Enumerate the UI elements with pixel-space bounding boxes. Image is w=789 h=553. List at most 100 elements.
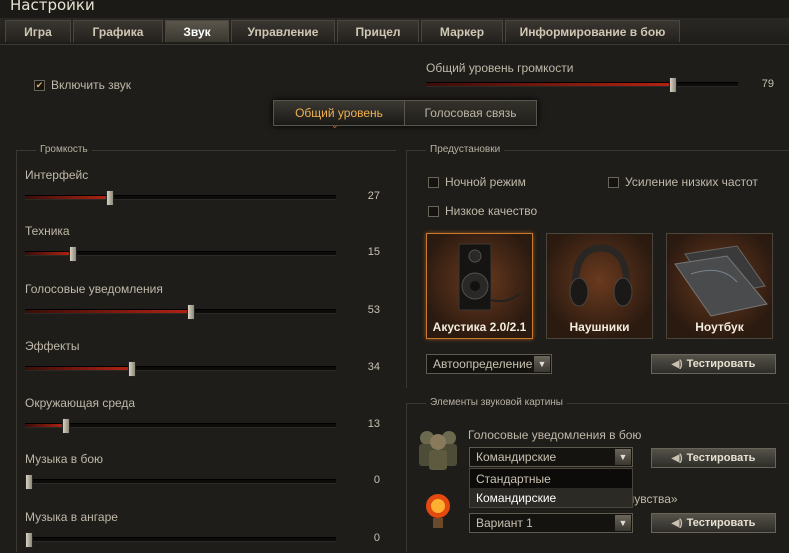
master-volume-slider[interactable] bbox=[426, 77, 738, 93]
volume-slider-value: 53 bbox=[367, 304, 380, 316]
headphones-icon bbox=[569, 244, 633, 307]
checkbox-icon bbox=[428, 205, 439, 217]
speaker-small-icon: ◀) bbox=[671, 358, 683, 370]
volume-slider-label: Голосовые уведомления bbox=[25, 282, 163, 296]
volume-panel-title: Громкость bbox=[36, 144, 92, 155]
divider bbox=[406, 150, 407, 388]
tab-bar: Игра Графика Звук Управление Прицел Марк… bbox=[0, 18, 789, 44]
tab-battle-info[interactable]: Информирование в бою bbox=[505, 20, 680, 42]
chevron-down-icon: ▼ bbox=[615, 449, 631, 465]
master-volume-label: Общий уровень громкости bbox=[426, 61, 574, 75]
volume-slider-value: 13 bbox=[367, 418, 380, 430]
dropdown-value: Автоопределение bbox=[433, 357, 533, 371]
slider-handle[interactable] bbox=[62, 418, 70, 434]
slider-handle[interactable] bbox=[128, 361, 136, 377]
bass-boost-label: Усиление низких частот bbox=[625, 175, 758, 189]
slider-fill bbox=[25, 252, 72, 255]
chevron-down-icon: ▼ bbox=[615, 515, 631, 531]
chevron-down-icon: ▼ bbox=[534, 356, 550, 372]
volume-slider-label: Техника bbox=[25, 224, 70, 238]
volume-slider-value: 27 bbox=[367, 190, 380, 202]
device-label: Наушники bbox=[569, 320, 630, 334]
checkbox-checked-icon: ✔ bbox=[34, 79, 45, 91]
slider-fill bbox=[25, 367, 131, 370]
tab-controls[interactable]: Управление bbox=[231, 20, 335, 42]
volume-slider[interactable] bbox=[25, 304, 336, 320]
sound-elements-title: Элементы звуковой картины bbox=[426, 397, 567, 408]
volume-slider-value: 0 bbox=[373, 532, 380, 544]
lightbulb-icon bbox=[426, 494, 450, 528]
volume-slider-label: Эффекты bbox=[25, 339, 80, 353]
volume-slider[interactable] bbox=[25, 474, 336, 490]
presets-panel-title: Предустановки bbox=[426, 144, 505, 155]
enable-sound-checkbox[interactable]: ✔ Включить звук bbox=[34, 78, 131, 92]
tab-marker[interactable]: Маркер bbox=[421, 20, 503, 42]
test-sixth-sense-button[interactable]: ◀) Тестировать bbox=[651, 513, 776, 533]
slider-handle[interactable] bbox=[25, 474, 33, 490]
slider-handle[interactable] bbox=[106, 190, 114, 206]
tab-graphics[interactable]: Графика bbox=[73, 20, 163, 42]
device-card-headphones[interactable]: Наушники bbox=[546, 233, 653, 339]
volume-slider-label: Интерфейс bbox=[25, 168, 89, 182]
tab-game[interactable]: Игра bbox=[5, 20, 71, 42]
slider-fill bbox=[426, 83, 672, 86]
sixth-sense-label: чувства» bbox=[628, 492, 678, 506]
slider-handle[interactable] bbox=[25, 532, 33, 548]
checkbox-icon bbox=[428, 176, 439, 188]
menu-item-commander[interactable]: Командирские bbox=[470, 488, 632, 507]
voice-notifications-label: Голосовые уведомления в бою bbox=[468, 428, 642, 442]
active-indicator-icon: ⌄ bbox=[331, 120, 339, 130]
volume-slider-value: 34 bbox=[367, 361, 380, 373]
volume-slider[interactable] bbox=[25, 246, 336, 262]
crew-icon bbox=[419, 431, 457, 470]
tab-sight[interactable]: Прицел bbox=[337, 20, 419, 42]
auto-detect-dropdown[interactable]: Автоопределение ▼ bbox=[426, 354, 552, 374]
volume-slider[interactable] bbox=[25, 190, 336, 206]
bass-boost-checkbox[interactable]: Усиление низких частот bbox=[608, 175, 758, 189]
slider-handle[interactable] bbox=[669, 77, 677, 93]
device-card-laptop[interactable]: Ноутбук bbox=[666, 233, 773, 339]
volume-slider[interactable] bbox=[25, 361, 336, 377]
dropdown-value: Командирские bbox=[476, 450, 557, 464]
volume-slider-value: 0 bbox=[373, 474, 380, 486]
menu-item-standard[interactable]: Стандартные bbox=[470, 469, 632, 488]
master-volume-value: 79 bbox=[761, 78, 774, 90]
window-title: Настройки bbox=[10, 0, 95, 14]
volume-slider[interactable] bbox=[25, 418, 336, 434]
night-mode-checkbox[interactable]: Ночной режим bbox=[428, 175, 526, 189]
mode-switch: Общий уровень Голосовая связь bbox=[273, 100, 537, 126]
voice-notifications-dropdown[interactable]: Командирские ▼ bbox=[469, 447, 633, 467]
test-preset-button[interactable]: ◀) Тестировать bbox=[651, 354, 776, 374]
slider-handle[interactable] bbox=[69, 246, 77, 262]
volume-slider-value: 15 bbox=[367, 246, 380, 258]
volume-slider-label: Окружающая среда bbox=[25, 396, 136, 410]
divider bbox=[16, 150, 17, 552]
test-voice-button[interactable]: ◀) Тестировать bbox=[651, 448, 776, 468]
sixth-sense-dropdown[interactable]: Вариант 1 ▼ bbox=[469, 513, 633, 533]
low-quality-checkbox[interactable]: Низкое качество bbox=[428, 204, 537, 218]
volume-slider-label: Музыка в ангаре bbox=[25, 510, 118, 524]
device-label: Ноутбук bbox=[695, 320, 744, 334]
speaker-small-icon: ◀) bbox=[671, 452, 683, 464]
checkbox-icon bbox=[608, 176, 619, 188]
slider-fill bbox=[25, 424, 65, 427]
device-label: Акустика 2.0/2.1 bbox=[432, 320, 527, 334]
low-quality-label: Низкое качество bbox=[445, 204, 538, 218]
mode-voice-chat-button[interactable]: Голосовая связь bbox=[405, 101, 536, 125]
volume-slider-label: Музыка в бою bbox=[25, 452, 104, 466]
dropdown-value: Вариант 1 bbox=[476, 516, 533, 530]
tab-sound[interactable]: Звук bbox=[165, 20, 229, 42]
laptop-icon bbox=[674, 245, 768, 317]
volume-slider[interactable] bbox=[25, 532, 336, 548]
night-mode-label: Ночной режим bbox=[445, 175, 526, 189]
speaker-small-icon: ◀) bbox=[671, 517, 683, 529]
device-card-speakers[interactable]: Акустика 2.0/2.1 bbox=[426, 233, 533, 339]
mode-general-button[interactable]: Общий уровень bbox=[274, 101, 405, 125]
voice-notifications-menu: Стандартные Командирские bbox=[469, 468, 633, 508]
button-label: Тестировать bbox=[686, 358, 756, 370]
slider-handle[interactable] bbox=[187, 304, 195, 320]
slider-fill bbox=[25, 310, 190, 313]
speaker-icon bbox=[458, 243, 520, 311]
slider-fill bbox=[25, 196, 109, 199]
button-label: Тестировать bbox=[686, 452, 756, 464]
